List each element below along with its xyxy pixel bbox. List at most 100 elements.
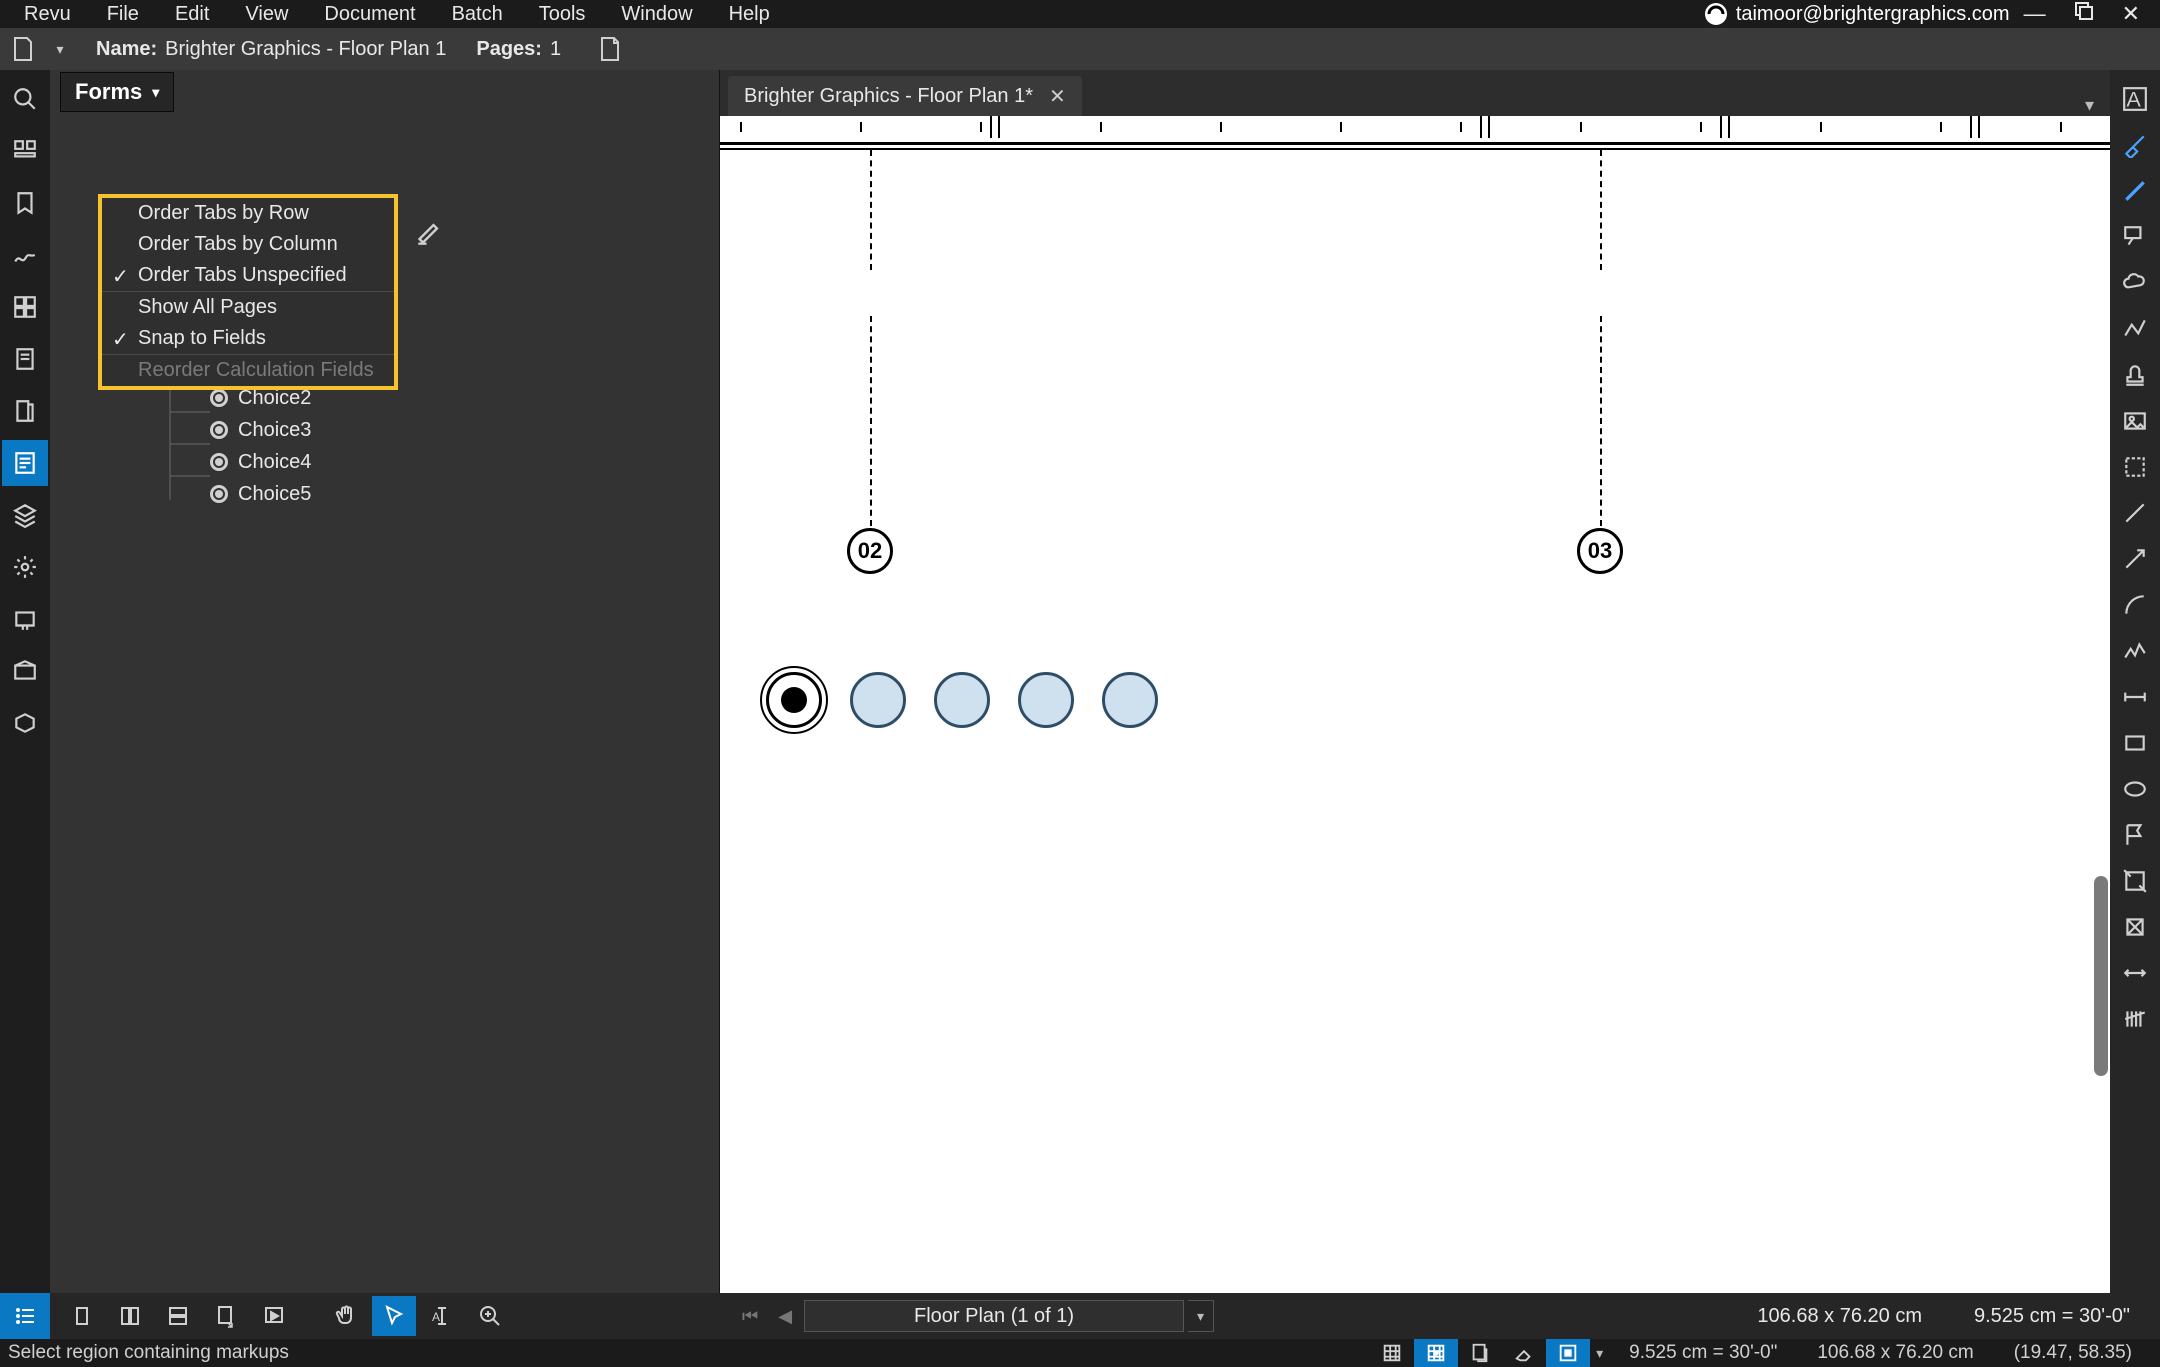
bookmarks-panel-button[interactable] <box>2 180 48 226</box>
polyline-tool-button[interactable] <box>2112 306 2158 352</box>
file-dropdown-icon[interactable] <box>4 30 42 68</box>
ellipse-tool-button[interactable] <box>2112 766 2158 812</box>
menu-view[interactable]: View <box>227 0 306 28</box>
dimmer-dropdown[interactable]: ▾ <box>1590 1345 1609 1362</box>
menu-help[interactable]: Help <box>711 0 788 28</box>
dropdown-order-unspecified[interactable]: Order Tabs Unspecified <box>102 260 394 291</box>
polyline2-tool-button[interactable] <box>2112 628 2158 674</box>
dimmer-toggle[interactable] <box>1546 1339 1590 1367</box>
split-horizontal-view-button[interactable] <box>156 1296 200 1336</box>
scale-readout[interactable]: 9.525 cm = 30'-0" <box>1950 1305 2154 1328</box>
menu-edit[interactable]: Edit <box>157 0 227 28</box>
forms-dropdown-button[interactable]: Forms ▾ <box>60 72 174 112</box>
count-tool-button[interactable] <box>2112 996 2158 1042</box>
close-button[interactable]: ✕ <box>2108 1 2154 27</box>
markups-list-toggle[interactable] <box>0 1293 50 1339</box>
field-choice4[interactable]: Choice4 <box>210 446 311 478</box>
file-dropdown-chevron[interactable]: ▾ <box>50 41 70 58</box>
minimize-button[interactable]: — <box>2010 1 2060 27</box>
dropdown-order-by-column[interactable]: Order Tabs by Column <box>102 229 394 260</box>
search-panel-button[interactable] <box>2 76 48 122</box>
document-workspace: Brighter Graphics - Floor Plan 1* ✕ ▾ //… <box>720 70 2110 1293</box>
studio-panel-button[interactable] <box>2 596 48 642</box>
new-view-button[interactable] <box>204 1296 248 1336</box>
rectangle-tool-button[interactable] <box>2112 720 2158 766</box>
grid-toggle[interactable] <box>1370 1339 1414 1367</box>
text-tool-button[interactable]: A <box>2112 76 2158 122</box>
presentation-button[interactable] <box>252 1296 296 1336</box>
forms-panel-button[interactable] <box>2 440 48 486</box>
account-info[interactable]: taimoor@brightergraphics.com <box>1704 2 2010 26</box>
spaces-panel-button[interactable] <box>2 700 48 746</box>
document-tab[interactable]: Brighter Graphics - Floor Plan 1* ✕ <box>728 76 1082 116</box>
field-choice5[interactable]: Choice5 <box>210 478 311 510</box>
thumbnails-panel-button[interactable] <box>2 128 48 174</box>
menu-window[interactable]: Window <box>603 0 710 28</box>
dimension-tool-button[interactable] <box>2112 674 2158 720</box>
menu-document[interactable]: Document <box>306 0 433 28</box>
highlight-tool-button[interactable] <box>2112 122 2158 168</box>
dropdown-snap-to-fields[interactable]: Snap to Fields <box>102 323 394 354</box>
page-select[interactable]: Floor Plan (1 of 1) <box>804 1300 1184 1332</box>
tab-overflow-chevron[interactable]: ▾ <box>2069 95 2110 116</box>
vertical-scrollbar[interactable] <box>2094 876 2108 1076</box>
callout-tool-button[interactable] <box>2112 214 2158 260</box>
radio-field-choice5[interactable] <box>1102 672 1158 728</box>
maximize-button[interactable] <box>2060 1 2108 27</box>
forms-dropdown-label: Forms <box>75 79 142 105</box>
stamp-tool-button[interactable] <box>2112 352 2158 398</box>
sync-toggle[interactable] <box>1458 1339 1502 1367</box>
field-edit-icon[interactable] <box>416 218 444 246</box>
radio-icon <box>210 485 228 503</box>
page-select-chevron[interactable]: ▾ <box>1188 1300 1214 1332</box>
image-tool-button[interactable] <box>2112 398 2158 444</box>
properties-panel-button[interactable] <box>2 336 48 382</box>
signatures-panel-button[interactable] <box>2 232 48 278</box>
line-tool-button[interactable] <box>2112 490 2158 536</box>
menu-revu[interactable]: Revu <box>6 0 89 28</box>
menu-tools[interactable]: Tools <box>521 0 604 28</box>
flag-tool-button[interactable] <box>2112 812 2158 858</box>
snapshot-tool-button[interactable] <box>2112 444 2158 490</box>
cloud-tool-button[interactable] <box>2112 260 2158 306</box>
zoom-tool-button[interactable] <box>468 1296 512 1336</box>
split-vertical-view-button[interactable] <box>108 1296 152 1336</box>
radio-field-choice2[interactable] <box>850 672 906 728</box>
radio-field-choice4[interactable] <box>1018 672 1074 728</box>
document-canvas[interactable]: // tick marks generated below after data… <box>720 116 2110 1293</box>
close-tab-icon[interactable]: ✕ <box>1049 84 1066 109</box>
nav-prev-page[interactable]: ◀ <box>770 1306 800 1327</box>
main-area: Forms ▾ Order Tabs by Row Order Tabs by … <box>0 70 2160 1293</box>
polygon-tool-button[interactable] <box>2112 904 2158 950</box>
arrow-tool-button[interactable] <box>2112 536 2158 582</box>
select-tool-button[interactable] <box>372 1296 416 1336</box>
radio-field-choice1[interactable] <box>766 672 822 728</box>
dropdown-order-by-row[interactable]: Order Tabs by Row <box>102 198 394 229</box>
page-select-label: Floor Plan (1 of 1) <box>914 1305 1074 1328</box>
measure-width-tool-button[interactable] <box>2112 950 2158 996</box>
crop-tool-button[interactable] <box>2112 858 2158 904</box>
field-choice3[interactable]: Choice3 <box>210 414 311 446</box>
toolchest-panel-button[interactable] <box>2 284 48 330</box>
layers-panel-button[interactable] <box>2 492 48 538</box>
menu-batch[interactable]: Batch <box>434 0 521 28</box>
snap-toggle[interactable] <box>1414 1339 1458 1367</box>
pan-tool-button[interactable] <box>324 1296 368 1336</box>
dropdown-show-all-pages[interactable]: Show All Pages <box>102 291 394 323</box>
links-panel-button[interactable] <box>2 648 48 694</box>
name-label: Name: <box>96 38 157 61</box>
sets-panel-button[interactable] <box>2 388 48 434</box>
new-page-icon[interactable] <box>591 30 629 68</box>
eraser-toggle[interactable] <box>1502 1339 1546 1367</box>
single-page-view-button[interactable] <box>60 1296 104 1336</box>
pen-tool-button[interactable] <box>2112 168 2158 214</box>
nav-first-page[interactable]: ⏮ <box>734 1306 766 1327</box>
svg-text:A: A <box>2126 87 2141 112</box>
ruler-tick-minor <box>980 122 984 132</box>
menu-file[interactable]: File <box>89 0 157 28</box>
settings-panel-button[interactable] <box>2 544 48 590</box>
radio-field-choice3[interactable] <box>934 672 990 728</box>
arc-tool-button[interactable] <box>2112 582 2158 628</box>
text-select-tool-button[interactable]: A <box>420 1296 464 1336</box>
status-scale-readout[interactable]: 9.525 cm = 30'-0" <box>1609 1342 1797 1364</box>
